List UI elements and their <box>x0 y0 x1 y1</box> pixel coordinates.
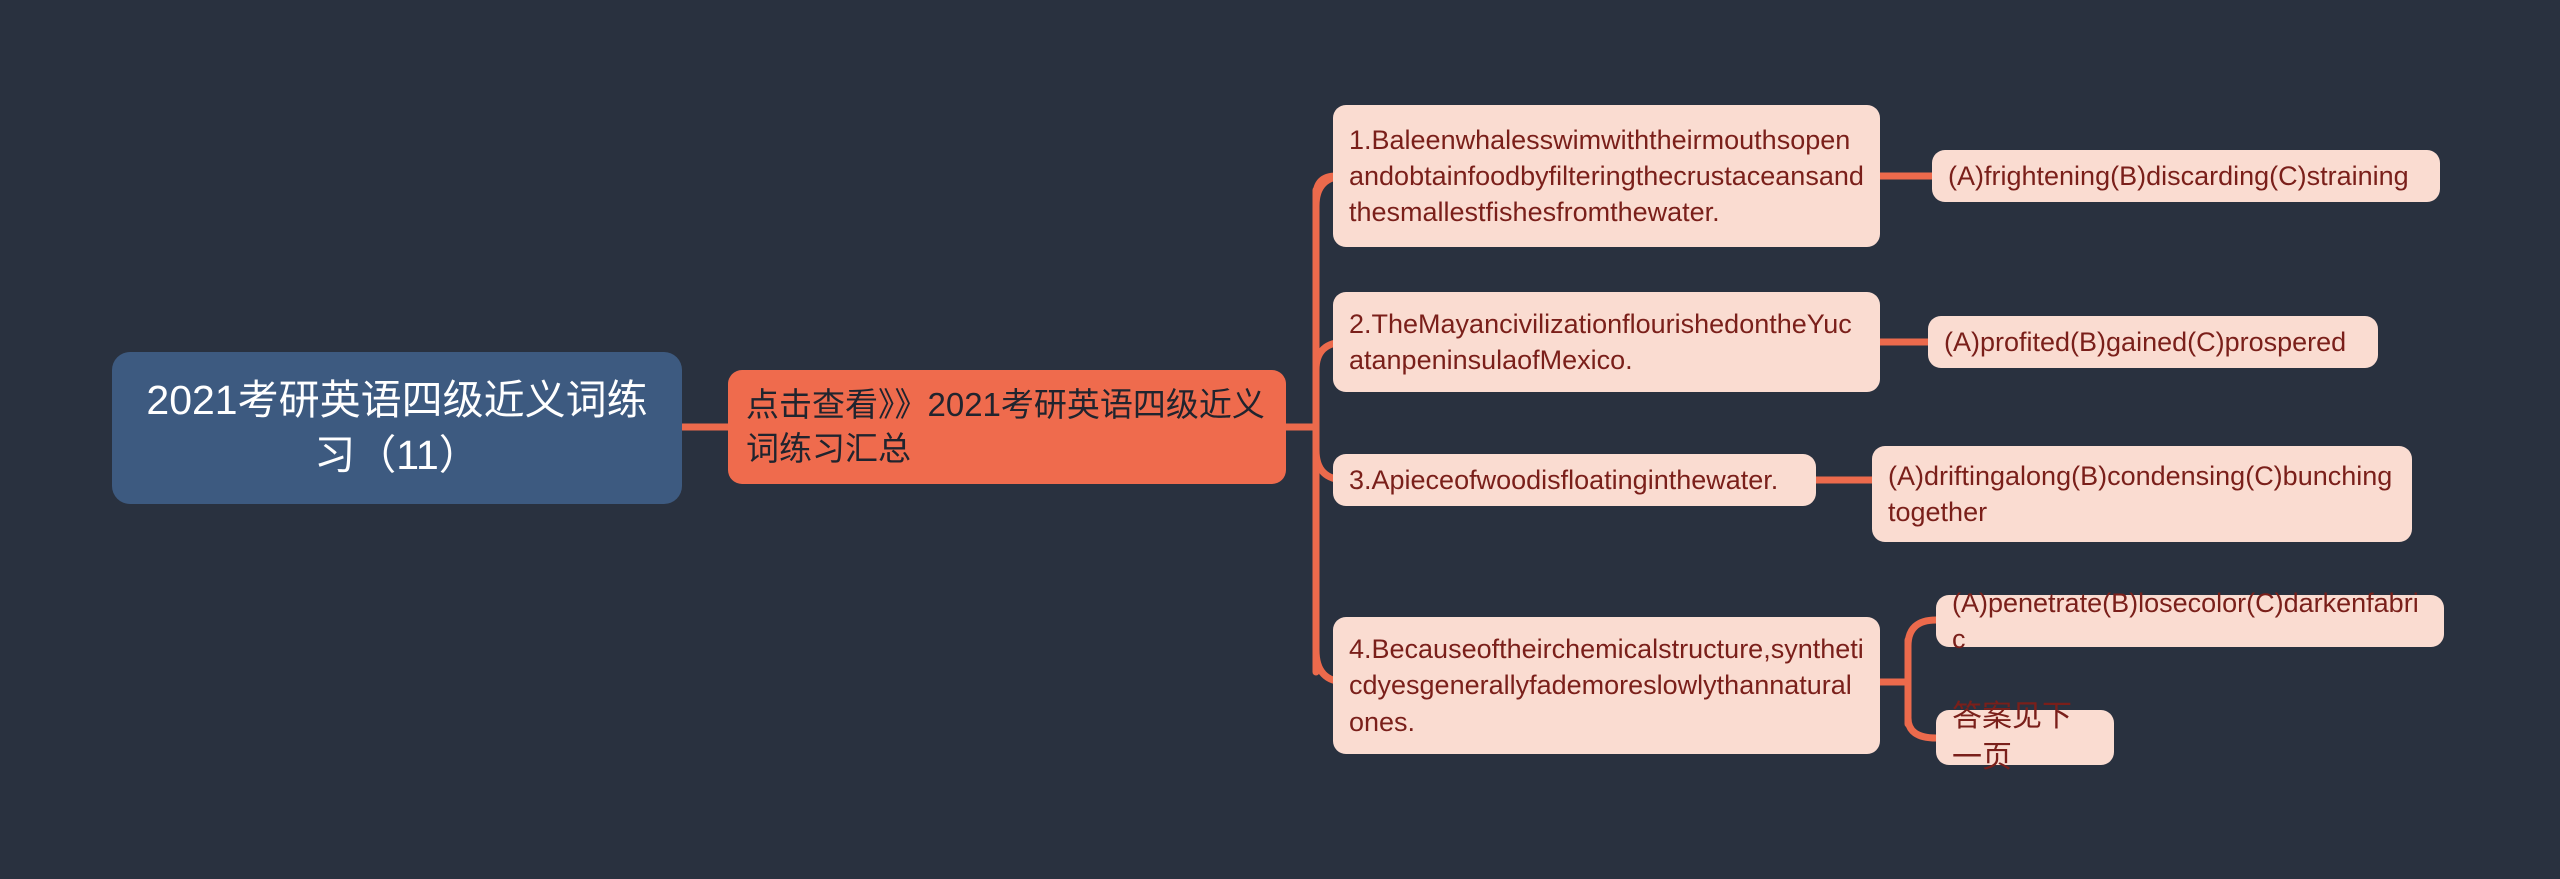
question-node-2[interactable]: 2.TheMayancivilizationflourishedontheYuc… <box>1333 292 1880 392</box>
option-node-2-a[interactable]: (A)profited(B)gained(C)prospered <box>1928 316 2378 368</box>
option-text-2-a: (A)profited(B)gained(C)prospered <box>1944 326 2347 357</box>
question-node-1[interactable]: 1.Baleenwhalesswimwiththeirmouthsopenand… <box>1333 105 1880 247</box>
question-node-3[interactable]: 3.Apieceofwoodisfloatinginthewater. <box>1333 454 1816 506</box>
option-text-4-a: (A)penetrate(B)losecolor(C)darkenfabric <box>1952 587 2419 654</box>
branch-node-summary-link[interactable]: 点击查看》》2021考研英语四级近义词练习汇总 <box>728 370 1286 484</box>
question-text-3: 3.Apieceofwoodisfloatinginthewater. <box>1349 464 1779 495</box>
option-text-4-b: 答案见下一页 <box>1952 700 2072 774</box>
question-text-2: 2.TheMayancivilizationflourishedontheYuc… <box>1349 308 1852 375</box>
question-text-4: 4.Becauseoftheirchemicalstructure,synthe… <box>1349 634 1864 737</box>
edge-q4-optionA <box>1904 616 1940 650</box>
option-node-4-b-answer-next-page[interactable]: 答案见下一页 <box>1936 700 2114 774</box>
question-node-4[interactable]: 4.Becauseoftheirchemicalstructure,synthe… <box>1333 617 1880 754</box>
option-node-4-a[interactable]: (A)penetrate(B)losecolor(C)darkenfabric <box>1936 588 2444 654</box>
root-node[interactable]: 2021考研英语四级近义词练习（11） <box>112 352 682 504</box>
edge-q4-optionB <box>1904 714 1940 742</box>
question-text-1: 1.Baleenwhalesswimwiththeirmouthsopenand… <box>1349 124 1864 228</box>
branch-node-label: 点击查看》》2021考研英语四级近义词练习汇总 <box>746 385 1265 467</box>
mindmap-canvas: 2021考研英语四级近义词练习（11） 点击查看》》2021考研英语四级近义词练… <box>0 0 2560 879</box>
option-text-1-a: (A)frightening(B)discarding(C)straining <box>1948 160 2409 191</box>
option-node-3-a[interactable]: (A)driftingalong(B)condensing(C)bunching… <box>1872 446 2412 542</box>
option-node-1-a[interactable]: (A)frightening(B)discarding(C)straining <box>1932 150 2440 202</box>
root-node-label: 2021考研英语四级近义词练习（11） <box>146 377 648 478</box>
option-text-3-a: (A)driftingalong(B)condensing(C)bunching… <box>1888 460 2393 527</box>
